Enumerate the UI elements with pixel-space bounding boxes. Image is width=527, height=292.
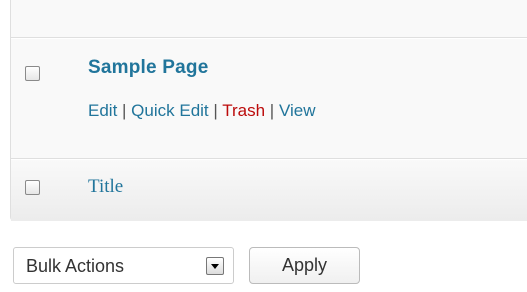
row-actions: Edit | Quick Edit | Trash | View — [88, 101, 315, 121]
quick-edit-link[interactable]: Quick Edit — [131, 101, 208, 120]
select-all-checkbox[interactable] — [25, 180, 40, 195]
action-separator: | — [269, 101, 279, 120]
chevron-down-icon — [211, 264, 219, 269]
dropdown-button[interactable] — [206, 257, 224, 275]
bulk-actions-selected-value: Bulk Actions — [26, 256, 125, 276]
action-separator: | — [213, 101, 223, 120]
title-column-header[interactable]: Title — [88, 176, 123, 198]
page-title-link[interactable]: Sample Page — [88, 57, 208, 79]
edit-link[interactable]: Edit — [88, 101, 117, 120]
bulk-actions-select[interactable]: Bulk Actions — [13, 247, 234, 284]
table-row — [11, 0, 527, 38]
row-checkbox[interactable] — [25, 66, 40, 81]
view-link[interactable]: View — [279, 101, 316, 120]
apply-button[interactable]: Apply — [249, 247, 360, 284]
trash-link[interactable]: Trash — [222, 101, 265, 120]
action-separator: | — [122, 101, 132, 120]
